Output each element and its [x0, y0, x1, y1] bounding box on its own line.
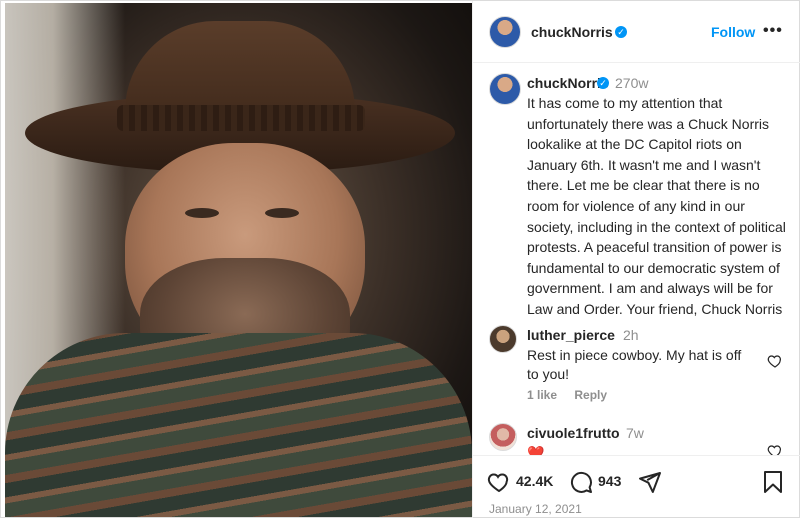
portrait-eye-left: [185, 208, 219, 218]
comment-meta: 1 like Reply: [527, 388, 621, 402]
comment-text: ❤️: [527, 445, 545, 455]
post-header: chuckNorris ✓ Follow •••: [473, 1, 800, 63]
verified-badge-icon: ✓: [615, 26, 627, 38]
comment-icon[interactable]: [569, 470, 593, 494]
more-options-icon[interactable]: •••: [763, 22, 783, 40]
post-sidebar: chuckNorris ✓ Follow ••• chuckNorris ✓ 2…: [472, 1, 800, 518]
post-date[interactable]: January 12, 2021: [489, 502, 582, 516]
caption-timestamp[interactable]: 270w: [615, 75, 648, 91]
author-username[interactable]: chuckNorris: [531, 24, 613, 40]
post-image[interactable]: [5, 3, 472, 517]
share-icon[interactable]: [638, 470, 662, 494]
post-actions-bar: 42.4K 943 January 12, 2021: [473, 455, 800, 518]
comments-scroll-area[interactable]: chuckNorris ✓ 270w It has come to my att…: [473, 63, 800, 455]
post-modal: chuckNorris ✓ Follow ••• chuckNorris ✓ 2…: [0, 0, 800, 518]
comment-heart-icon[interactable]: [767, 443, 783, 455]
commenter-avatar[interactable]: [489, 325, 517, 353]
reply-button[interactable]: Reply: [574, 388, 607, 402]
comment-heart-icon[interactable]: [767, 353, 783, 369]
cowboy-hat-band: [117, 105, 365, 131]
comment-text: Rest in piece cowboy. My hat is off to y…: [527, 347, 742, 382]
comment-count[interactable]: 943: [598, 473, 621, 489]
author-avatar[interactable]: [489, 16, 521, 48]
comment-username[interactable]: luther_pierce: [527, 327, 615, 343]
portrait-shirt: [5, 333, 472, 517]
comment-timestamp[interactable]: 7w: [626, 425, 644, 441]
commenter-avatar[interactable]: [489, 423, 517, 451]
comment-timestamp[interactable]: 2h: [623, 327, 639, 343]
comment-likes-count[interactable]: 1 like: [527, 388, 557, 402]
like-count[interactable]: 42.4K: [516, 473, 553, 489]
verified-badge-icon: ✓: [597, 77, 609, 89]
comment-username[interactable]: civuole1frutto: [527, 425, 620, 441]
heart-icon[interactable]: [487, 470, 511, 494]
caption-text: It has come to my attention that unfortu…: [527, 95, 786, 317]
caption-avatar[interactable]: [489, 73, 521, 105]
bookmark-icon[interactable]: [761, 470, 785, 494]
follow-button[interactable]: Follow: [711, 24, 755, 40]
portrait-eye-right: [265, 208, 299, 218]
